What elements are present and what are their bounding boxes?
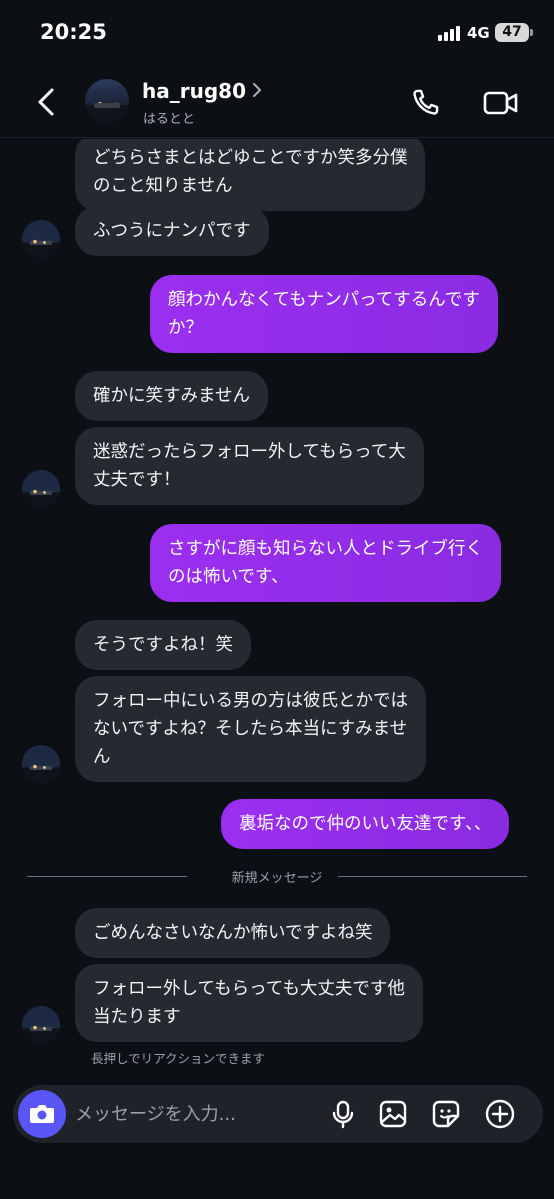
status-time: 20:25 — [40, 20, 107, 44]
back-button[interactable] — [30, 82, 66, 122]
message-outgoing[interactable]: さすがに顔も知らない人とドライブ行く のは怖いです、 — [150, 524, 501, 602]
voice-call-button[interactable] — [408, 86, 442, 120]
message-thread[interactable]: どちらさまとはどゆことですか笑多分僕 のこと知りません ふつうにナンパです 顔わ… — [0, 139, 554, 1079]
video-camera-icon — [483, 91, 518, 115]
video-call-button[interactable] — [482, 88, 520, 118]
sticker-icon[interactable] — [430, 1098, 462, 1130]
message-incoming[interactable]: ふつうにナンパです — [75, 206, 269, 256]
avatar[interactable] — [22, 745, 60, 783]
message-incoming[interactable]: 確かに笑すみません — [75, 371, 268, 421]
message-incoming[interactable]: フォロー外してもらっても大丈夫です他 当たります — [75, 964, 423, 1042]
display-name: はるとと — [143, 112, 196, 127]
phone-icon — [413, 89, 439, 115]
avatar[interactable] — [22, 470, 60, 508]
battery-icon: 47 — [495, 23, 533, 42]
chat-header: ha_rug80 はるとと — [0, 66, 554, 138]
username-link[interactable]: ha_rug80 — [142, 79, 246, 103]
reaction-hint: 長押しでリアクションできます — [91, 1051, 266, 1066]
message-outgoing[interactable]: 裏垢なので仲のいい友達です、、 — [221, 799, 510, 849]
plus-icon[interactable] — [484, 1098, 516, 1130]
chevron-right-icon — [253, 83, 261, 97]
message-incoming[interactable]: フォロー中にいる男の方は彼氏とかでは ないですよね？そしたら本当にすみませ ん — [75, 676, 426, 782]
avatar[interactable] — [22, 220, 60, 258]
back-arrow-icon — [38, 88, 54, 116]
camera-button[interactable] — [18, 1090, 66, 1138]
status-bar: 20:25 4G 47 — [0, 0, 554, 66]
message-incoming[interactable]: そうですよね！笑 — [75, 620, 251, 670]
new-messages-divider: 新規メッセージ — [27, 867, 527, 887]
avatar[interactable] — [85, 79, 129, 123]
microphone-icon[interactable] — [327, 1098, 359, 1130]
signal-icon — [438, 25, 464, 41]
message-outgoing[interactable]: 顔わかんなくてもナンパってするんです か？ — [150, 275, 498, 353]
image-icon[interactable] — [377, 1098, 409, 1130]
message-composer — [13, 1085, 543, 1143]
message-input[interactable] — [75, 1095, 315, 1133]
network-type: 4G — [467, 24, 490, 42]
message-incoming[interactable]: どちらさまとはどゆことですか笑多分僕 のこと知りません — [75, 139, 426, 211]
message-incoming[interactable]: 迷惑だったらフォロー外してもらって大 丈夫です！ — [75, 427, 424, 505]
message-incoming[interactable]: ごめんなさいなんか怖いですよね笑 — [75, 908, 391, 958]
avatar[interactable] — [22, 1006, 60, 1044]
camera-icon — [30, 1105, 54, 1123]
